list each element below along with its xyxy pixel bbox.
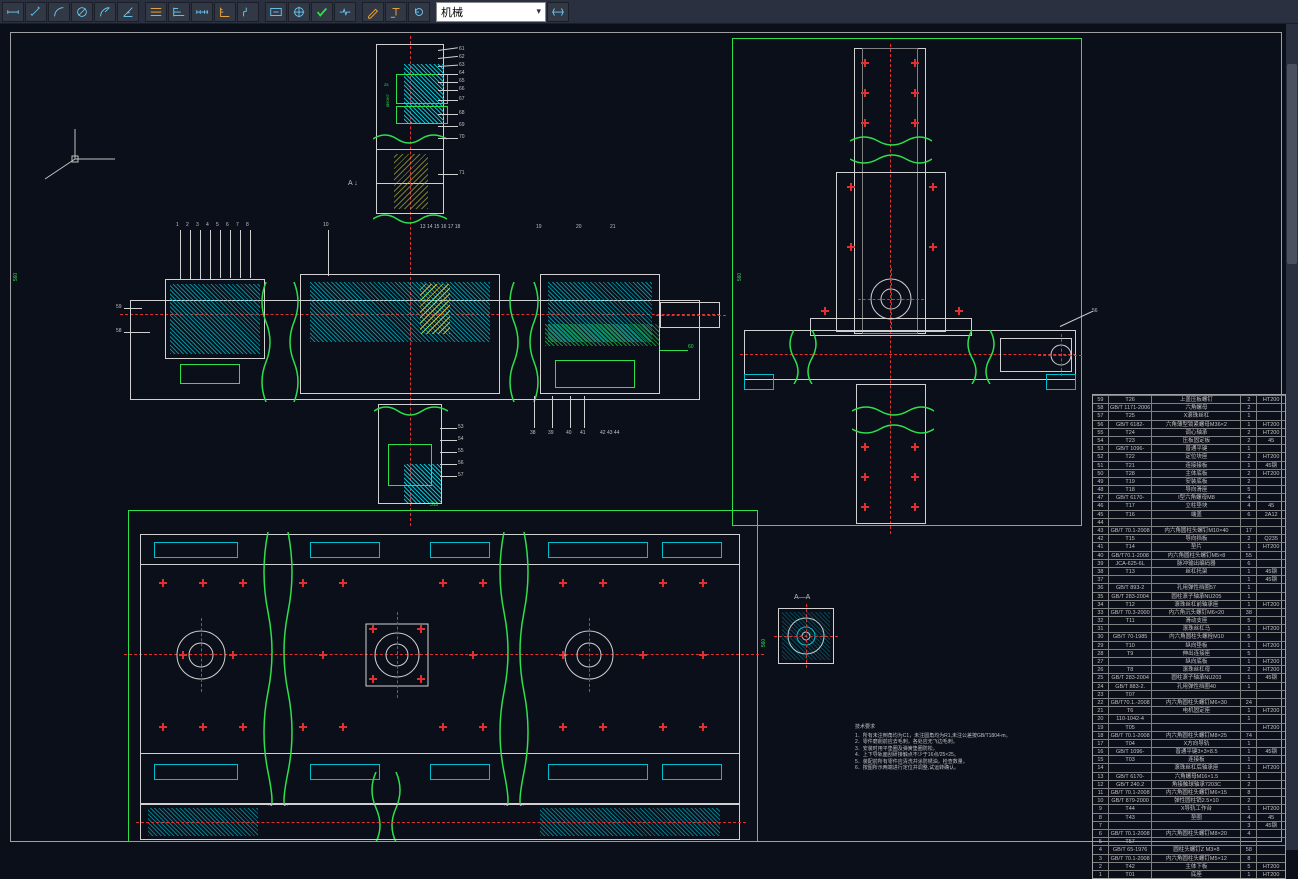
- tech-notes: 技术要求 1．所有未注倒角均为C1，未注圆角均为R1,未注公差按GB/T1804…: [855, 724, 1055, 772]
- bom-row: 41T14垫片1HT200: [1093, 542, 1285, 550]
- bom-row: 6GB/T 70.1-2008内六角圆柱头螺钉M8×204: [1093, 829, 1285, 837]
- bom-row: 12GB/T 240.2角接触球轴承7203C2: [1093, 780, 1285, 788]
- dim-style-value: 机械: [441, 4, 463, 20]
- bom-table: 59T26上盖压板螺钉2HT20058GB/T 1171-2006六角螺母257…: [1092, 394, 1286, 879]
- bom-row: 52T22定位块座2HT200: [1093, 452, 1285, 460]
- dim-arc-btn[interactable]: [48, 2, 70, 22]
- bom-row: 27纵向底板1HT200: [1093, 657, 1285, 665]
- bom-row: 58GB/T 1171-2006六角螺母2: [1093, 403, 1285, 411]
- bom-row: 57T25X滚珠丝杠1: [1093, 411, 1285, 419]
- bom-row: 30GB/T 70-1985内六角圆柱头螺栓M105: [1093, 632, 1285, 640]
- bom-row: 40GB/T70.1-2008内六角圆柱头螺钉M5×855: [1093, 551, 1285, 559]
- bom-row: 15T03连接板1: [1093, 755, 1285, 763]
- dim-style-btn[interactable]: [547, 2, 569, 22]
- bom-row: 16GB/T 1096-2003普通平键3×3×8.5145钢: [1093, 747, 1285, 755]
- vertical-scrollbar[interactable]: [1286, 24, 1298, 850]
- bom-row: 50T28主体底板2HT200: [1093, 469, 1285, 477]
- scrollbar-thumb[interactable]: [1287, 64, 1297, 264]
- bom-row: 26T8滚珠丝杠母2HT200: [1093, 665, 1285, 673]
- dim-aligned-btn[interactable]: [25, 2, 47, 22]
- bom-row: 37145钢: [1093, 575, 1285, 583]
- dim-linear-btn[interactable]: [2, 2, 24, 22]
- dim-baseline-btn[interactable]: [168, 2, 190, 22]
- dim-jogged-btn[interactable]: [237, 2, 259, 22]
- tolerance-btn[interactable]: [265, 2, 287, 22]
- bom-row: 22GB/T70.1.-2008内六角圆柱头螺钉M6×3024: [1093, 698, 1285, 706]
- bom-row: 42T15导向挡板2Q235: [1093, 534, 1285, 542]
- dim-quick-btn[interactable]: [145, 2, 167, 22]
- bom-row: 54T23压板固定板245: [1093, 436, 1285, 444]
- center-mark-btn[interactable]: [288, 2, 310, 22]
- note-6: 6．按图所示两端进行定位并调整,试运转确认。: [855, 765, 1055, 772]
- bom-row: 46T17立柱垫块445: [1093, 501, 1285, 509]
- bom-row: 44: [1093, 518, 1285, 526]
- bom-row: 59T26上盖压板螺钉2HT200: [1093, 395, 1285, 403]
- bom-row: 17T04X方向导轨1: [1093, 739, 1285, 747]
- dim-edit-btn[interactable]: [362, 2, 384, 22]
- bom-row: 23T07: [1093, 690, 1285, 698]
- bom-row: 25GB/T 283-2004圆柱滚子轴承NU203145钢: [1093, 673, 1285, 681]
- bom-row: 34T12滚珠丝杠前轴承座1HT200: [1093, 600, 1285, 608]
- bom-row: 1T01底座1HT200: [1093, 870, 1285, 878]
- dim-ordinate-btn[interactable]: [214, 2, 236, 22]
- dim-break-btn[interactable]: [334, 2, 356, 22]
- inspect-btn[interactable]: [311, 2, 333, 22]
- bom-row: 5T57: [1093, 837, 1285, 845]
- bom-row: 24GB/T 883-2.孔用弹性挡圈401: [1093, 682, 1285, 690]
- bom-row: 35GB/T 283-2004圆柱滚子轴承NU2051: [1093, 592, 1285, 600]
- bom-row: 39JCA-625-6L脉冲输出编码器6: [1093, 559, 1285, 567]
- bom-row: 32T11滑动支座5: [1093, 616, 1285, 624]
- bom-row: 38T13丝杠托架145钢: [1093, 567, 1285, 575]
- bom-row: 8T43垫圈445: [1093, 813, 1285, 821]
- bom-row: 49T19安装底板2: [1093, 477, 1285, 485]
- bom-row: 31滚珠丝杠马1HT200: [1093, 624, 1285, 632]
- bom-row: 47GB/T 6170-2000I型六角螺母M84: [1093, 493, 1285, 501]
- dim-style-dropdown[interactable]: 机械: [436, 2, 546, 22]
- bom-row: 10GB/T 879-2000弹性圆柱销2.5×102: [1093, 796, 1285, 804]
- bom-row: 20110-1042-41: [1093, 714, 1285, 722]
- bom-row: 11GB/T 70.1-2008内六角圆柱头螺钉M6×158: [1093, 788, 1285, 796]
- bom-row: 4GB/T 65-1976圆柱头螺钉Z M3×858: [1093, 845, 1285, 853]
- bom-row: 28T9伸出连接座5: [1093, 649, 1285, 657]
- bom-row: 18GB/T 70.1-2008内六角圆柱头螺钉M8×2574: [1093, 731, 1285, 739]
- bom-row: 7345钢: [1093, 821, 1285, 829]
- bom-row: 36GB/T 893-2孔用弹性挡圈571: [1093, 583, 1285, 591]
- bom-row: 33GB/T 70.3-2000内六角沉头螺钉M6×2038: [1093, 608, 1285, 616]
- dim-diameter-btn[interactable]: [71, 2, 93, 22]
- bom-row: 9T44X导轨工作台1HT200: [1093, 804, 1285, 812]
- dim-update-btn[interactable]: [408, 2, 430, 22]
- bom-row: 13GB/T 6170-2000六角螺母M16×1.51: [1093, 772, 1285, 780]
- bom-row: 29T10纵向垫板1HT200: [1093, 641, 1285, 649]
- bom-row: 19T05HT200: [1093, 723, 1285, 731]
- bom-row: 53GB/T 1096-2003普通平键1: [1093, 444, 1285, 452]
- dim-text-edit-btn[interactable]: [385, 2, 407, 22]
- bom-row: 14滚珠丝杠后轴承座1HT200: [1093, 763, 1285, 771]
- bom-row: 45T16端盖62A12: [1093, 510, 1285, 518]
- bom-row: 48T18导向滑座5: [1093, 485, 1285, 493]
- bom-row: 56GB/T 6182-2000六角薄型锁紧螺母M36×21HT200: [1093, 420, 1285, 428]
- drawing-canvas[interactable]: 61 62 63 64 65 66 67 68 69 70 71 Ø60H7 2…: [0, 24, 1298, 850]
- main-toolbar: 机械: [0, 0, 1298, 24]
- dim-angle-btn[interactable]: [117, 2, 139, 22]
- bom-row: 51T21连接接板145钢: [1093, 461, 1285, 469]
- dim-radius-btn[interactable]: [94, 2, 116, 22]
- dim-continue-btn[interactable]: [191, 2, 213, 22]
- notes-title: 技术要求: [855, 724, 1055, 731]
- bom-row: 55T24调心轴承2HT200: [1093, 428, 1285, 436]
- bom-row: 2T42主体下板5HT200: [1093, 862, 1285, 870]
- bom-row: 43GB/T 70.1-2008内六角圆柱头螺钉M10×4017: [1093, 526, 1285, 534]
- bom-row: 21T6电机固定座1HT200: [1093, 706, 1285, 714]
- bom-row: 3GB/T 70.1-2008内六角圆柱头螺钉M5×128: [1093, 854, 1285, 862]
